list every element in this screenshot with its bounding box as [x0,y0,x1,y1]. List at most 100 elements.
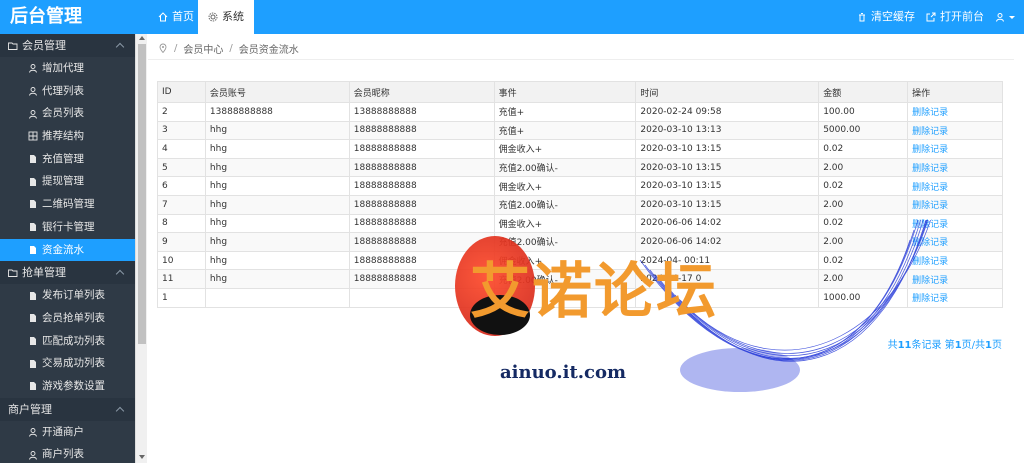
breadcrumb-parent[interactable]: 会员中心 [183,41,223,56]
delete-record-link[interactable]: 删除记录 [912,183,948,193]
delete-record-link[interactable]: 删除记录 [912,220,948,230]
clear-cache-label: 清空缓存 [871,10,915,23]
sidebar-item-merchant-list[interactable]: 商户列表 [0,443,135,463]
cell-time: 2020-03-10 13:15 [635,157,820,178]
cell-action: 删除记录 [907,139,1003,159]
delete-record-link[interactable]: 删除记录 [912,294,948,304]
sidebar-item-member-list[interactable]: 会员列表 [0,102,135,125]
sidebar-item-label: 游戏参数设置 [42,379,105,392]
pagination-summary: 共11条记录 第1页/共1页 [888,336,1002,351]
sidebar-item-referral-tree[interactable]: 推荐结构 [0,125,135,148]
cell-action: 删除记录 [907,194,1003,215]
scrollbar-thumb[interactable] [138,44,146,344]
delete-record-link[interactable]: 删除记录 [912,145,948,155]
user-menu-button[interactable] [995,0,1015,34]
breadcrumb-separator: / [229,42,233,54]
pager-mid: 条记录 第 [911,340,955,351]
scroll-down-arrow-icon[interactable] [139,455,145,459]
sidebar-item-recharge[interactable]: 充值管理 [0,148,135,171]
sidebar-item-label: 提现管理 [42,175,84,188]
table-row: 8 hhg 18888888888 佣金收入+ 2020-06-06 14:02 0.02… [157,213,1003,234]
sidebar-item-member-grab-orders[interactable]: 会员抢单列表 [0,307,135,330]
sidebar-item-matched-list[interactable]: 匹配成功列表 [0,330,135,353]
user-icon [28,63,38,74]
cell-account: hhg [204,176,350,196]
watermark-text: 艾诺论坛 [470,257,718,327]
cell-account: hhg [204,194,350,215]
delete-record-link[interactable]: 删除记录 [912,108,948,118]
table-header-row: ID 会员账号 会员昵称 事件 时间 金额 操作 [157,81,1003,103]
delete-record-link[interactable]: 删除记录 [912,276,948,286]
file-icon [28,222,38,232]
clear-cache-button[interactable]: 清空缓存 [857,0,915,34]
tab-home-label: 首页 [172,10,194,23]
sidebar-group-orders[interactable]: 抢单管理 [0,261,135,285]
table-row: 6 hhg 18888888888 佣金收入+ 2020-03-10 13:15 0.02… [157,176,1003,196]
cell-time: 2020-06-06 14:02 [635,213,820,234]
sidebar-item-label: 会员抢单列表 [42,311,105,324]
sidebar-item-fund-flow[interactable]: 资金流水 [0,238,135,262]
cell-action: 删除记录 [907,232,1003,252]
sidebar-group-merchants[interactable]: 商户管理 [0,397,135,421]
cell-time: 2020-03-10 13:13 [635,120,820,141]
grid-icon [28,131,38,141]
pager-page: 1 [954,340,962,351]
cell-id: 9 [157,232,206,252]
cell-amount: 0.02 [818,176,909,196]
cell-account: hhg [204,120,350,141]
watermark-url: ainuo.it.com [500,362,627,383]
sidebar-item-game-settings[interactable]: 游戏参数设置 [0,375,135,398]
open-front-label: 打开前台 [940,10,984,23]
sidebar-item-add-agent[interactable]: 增加代理 [0,57,135,80]
user-icon [28,109,38,119]
cell-event: 充值+ [493,102,637,122]
cell-id: 4 [157,139,206,159]
cell-event: 充值2.00确认- [493,194,637,215]
cell-action: 删除记录 [907,102,1003,122]
column-header-amount: 金额 [818,81,909,103]
tab-home[interactable]: 首页 [148,0,204,34]
column-header-nickname: 会员昵称 [348,81,495,103]
cell-id: 8 [157,213,206,234]
delete-record-link[interactable]: 删除记录 [912,238,948,248]
folder-open-icon [8,268,18,278]
sidebar-item-withdraw[interactable]: 提现管理 [0,170,135,193]
cell-action: 删除记录 [907,120,1003,141]
sidebar-item-agent-list[interactable]: 代理列表 [0,80,135,103]
home-icon [158,12,168,22]
scroll-up-arrow-icon[interactable] [139,36,145,40]
cell-id: 10 [157,250,206,271]
sidebar-scrollbar[interactable] [135,34,147,463]
sidebar-item-open-merchant[interactable]: 开通商户 [0,421,135,444]
pager-prefix: 共 [887,340,898,351]
breadcrumb-separator: / [174,42,178,54]
cell-event: 佣金收入+ [493,139,637,159]
sidebar-item-label: 资金流水 [42,243,84,256]
cell-id: 11 [157,269,206,289]
sidebar-item-label: 发布订单列表 [42,289,105,302]
sidebar-item-qrcode[interactable]: 二维码管理 [0,193,135,216]
sidebar-item-label: 开通商户 [42,425,84,438]
delete-record-link[interactable]: 删除记录 [912,164,948,174]
cell-account [204,287,350,308]
tab-system[interactable]: 系统 [198,0,254,34]
table-row: 7 hhg 18888888888 充值2.00确认- 2020-03-10 13:15… [157,194,1003,215]
cell-amount: 1000.00 [818,287,909,308]
sidebar-item-label: 增加代理 [42,62,84,74]
external-link-icon [926,12,936,22]
delete-record-link[interactable]: 删除记录 [912,127,948,137]
cell-amount: 2.00 [818,232,909,252]
sidebar-group-member[interactable]: 会员管理 [0,34,135,57]
cell-action: 删除记录 [907,157,1003,178]
cell-nickname: 13888888888 [348,102,495,122]
sidebar-item-label: 充值管理 [42,152,84,165]
sidebar-item-trade-success-list[interactable]: 交易成功列表 [0,352,135,375]
sidebar-item-bank-card[interactable]: 银行卡管理 [0,216,135,239]
cell-event: 佣金收入+ [493,213,637,234]
delete-record-link[interactable]: 删除记录 [912,201,948,211]
open-front-button[interactable]: 打开前台 [926,0,984,34]
delete-record-link[interactable]: 删除记录 [912,257,948,267]
file-icon [28,359,38,369]
sidebar-item-publish-orders[interactable]: 发布订单列表 [0,284,135,307]
sidebar-item-label: 推荐结构 [42,130,84,143]
